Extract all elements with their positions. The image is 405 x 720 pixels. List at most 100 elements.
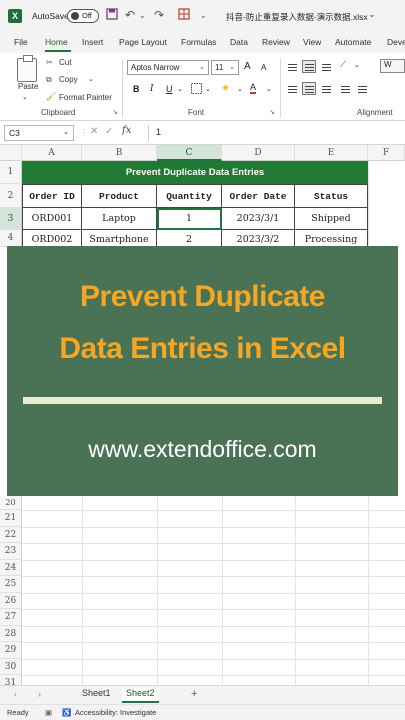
formula-input[interactable]: 1 xyxy=(156,127,161,137)
clipboard-launcher-icon[interactable]: ↘ xyxy=(112,108,118,116)
underline-button[interactable]: U xyxy=(166,84,173,94)
row-header[interactable]: 24 xyxy=(0,560,22,576)
tab-data[interactable]: Data xyxy=(230,37,248,47)
fill-color-icon[interactable]: ◈ xyxy=(222,82,229,93)
column-header-e[interactable]: E xyxy=(295,145,368,161)
bold-button[interactable]: B xyxy=(133,84,140,94)
borders-dropdown-icon[interactable]: ⌄ xyxy=(205,85,211,93)
cut-button[interactable]: Cut xyxy=(59,58,71,67)
table-header-cell[interactable]: Order Date xyxy=(222,184,295,208)
tab-developer[interactable]: Deve xyxy=(387,37,405,47)
column-header-d[interactable]: D xyxy=(222,145,295,161)
undo-icon[interactable]: ↶ xyxy=(125,8,135,22)
table-header-cell[interactable]: Quantity xyxy=(157,184,222,208)
next-sheet-icon[interactable]: › xyxy=(38,689,41,699)
font-name-combo[interactable]: Aptos Narrow ⌄ xyxy=(127,60,209,75)
paste-icon[interactable] xyxy=(17,55,37,82)
macro-record-icon[interactable]: ▣ xyxy=(45,708,52,717)
copy-dropdown-icon[interactable]: ⌄ xyxy=(88,75,94,83)
tab-insert[interactable]: Insert xyxy=(82,37,103,47)
fill-dropdown-icon[interactable]: ⌄ xyxy=(237,85,243,93)
table-header-cell[interactable]: Product xyxy=(82,184,157,208)
row-header[interactable]: 3 xyxy=(0,208,22,230)
save-icon[interactable] xyxy=(106,8,118,23)
autosave-toggle[interactable]: Off xyxy=(67,9,99,23)
add-sheet-button[interactable]: + xyxy=(191,688,197,700)
format-painter-button[interactable]: Format Painter xyxy=(59,93,112,102)
row-header[interactable]: 2 xyxy=(0,184,22,208)
sheet-tab-sheet1[interactable]: Sheet1 xyxy=(78,688,115,698)
table-header-cell[interactable]: Status xyxy=(295,184,368,208)
table-cell[interactable]: Shipped xyxy=(295,208,368,230)
grow-font-button[interactable]: A xyxy=(244,61,251,72)
tab-automate[interactable]: Automate xyxy=(335,37,371,47)
right-align-button[interactable] xyxy=(319,82,333,95)
orientation-icon[interactable]: ⟋ xyxy=(340,59,346,70)
row-header[interactable]: 31 xyxy=(0,675,22,685)
table-icon[interactable] xyxy=(178,8,190,23)
tab-formulas[interactable]: Formulas xyxy=(181,37,216,47)
row-header[interactable]: 23 xyxy=(0,543,22,560)
row-header[interactable]: 22 xyxy=(0,527,22,543)
table-cell[interactable]: Laptop xyxy=(82,208,157,230)
sheet-tab-sheet2[interactable]: Sheet2 xyxy=(122,688,159,703)
table-cell[interactable]: 2023/3/2 xyxy=(222,230,295,247)
center-align-button[interactable] xyxy=(302,82,316,95)
select-all-corner[interactable] xyxy=(0,145,22,161)
chevron-down-icon[interactable]: ⌄ xyxy=(368,9,376,20)
row-header[interactable]: 29 xyxy=(0,642,22,659)
name-box[interactable]: C3 ⌄ xyxy=(4,125,74,141)
active-cell[interactable]: 1 xyxy=(157,208,222,230)
row-header[interactable]: 28 xyxy=(0,626,22,642)
redo-icon[interactable]: ↷ xyxy=(154,8,164,22)
row-header[interactable]: 21 xyxy=(0,510,22,527)
table-cell[interactable]: ORD002 xyxy=(23,230,82,247)
more-icon[interactable]: ⋮ xyxy=(80,128,88,137)
tab-page-layout[interactable]: Page Layout xyxy=(119,37,167,47)
cancel-icon[interactable]: ✕ xyxy=(90,126,98,137)
font-color-dropdown-icon[interactable]: ⌄ xyxy=(266,85,272,93)
row-header[interactable]: 25 xyxy=(0,576,22,593)
column-header-b[interactable]: B xyxy=(82,145,157,161)
tab-home[interactable]: Home xyxy=(45,37,68,47)
row-header[interactable]: 1 xyxy=(0,161,22,184)
qat-customize-icon[interactable]: ⌄ xyxy=(200,11,207,20)
column-header-f[interactable]: F xyxy=(368,145,405,161)
table-cell[interactable]: 2 xyxy=(157,230,222,247)
borders-icon[interactable] xyxy=(191,83,202,96)
table-cell[interactable]: Smartphone xyxy=(82,230,157,247)
row-header[interactable]: 26 xyxy=(0,593,22,609)
font-color-button[interactable]: A xyxy=(250,82,257,94)
table-title[interactable]: Prevent Duplicate Data Entries xyxy=(22,161,368,184)
underline-dropdown-icon[interactable]: ⌄ xyxy=(177,85,183,93)
increase-indent-button[interactable] xyxy=(355,82,369,95)
row-header[interactable]: 30 xyxy=(0,659,22,675)
paste-button[interactable]: Paste xyxy=(18,82,38,91)
paste-dropdown-icon[interactable]: ⌄ xyxy=(22,93,28,101)
column-header-c[interactable]: C xyxy=(157,145,222,161)
table-cell[interactable]: ORD001 xyxy=(23,208,82,230)
accessibility-status[interactable]: Accessibility: Investigate xyxy=(75,708,156,717)
prev-sheet-icon[interactable]: ‹ xyxy=(14,689,17,699)
insert-function-button[interactable]: fx xyxy=(122,125,131,136)
top-align-button[interactable] xyxy=(285,60,299,73)
table-header-cell[interactable]: Order ID xyxy=(23,184,82,208)
tab-file[interactable]: File xyxy=(14,37,28,47)
table-cell[interactable]: 2023/3/1 xyxy=(222,208,295,230)
italic-button[interactable]: I xyxy=(150,84,154,94)
middle-align-button[interactable] xyxy=(302,60,316,73)
enter-icon[interactable]: ✓ xyxy=(105,126,113,137)
column-header-a[interactable]: A xyxy=(22,145,82,161)
font-size-combo[interactable]: 11 ⌄ xyxy=(211,60,239,75)
left-align-button[interactable] xyxy=(285,82,299,95)
row-header[interactable]: 20 xyxy=(0,496,22,510)
row-header[interactable]: 27 xyxy=(0,609,22,626)
bottom-align-button[interactable] xyxy=(319,60,333,73)
wrap-text-button[interactable]: W xyxy=(380,59,405,73)
tab-view[interactable]: View xyxy=(303,37,321,47)
tab-review[interactable]: Review xyxy=(262,37,290,47)
orientation-dropdown-icon[interactable]: ⌄ xyxy=(354,61,360,69)
decrease-indent-button[interactable] xyxy=(338,82,352,95)
row-header[interactable]: 4 xyxy=(0,230,22,247)
shrink-font-button[interactable]: A xyxy=(261,63,266,72)
